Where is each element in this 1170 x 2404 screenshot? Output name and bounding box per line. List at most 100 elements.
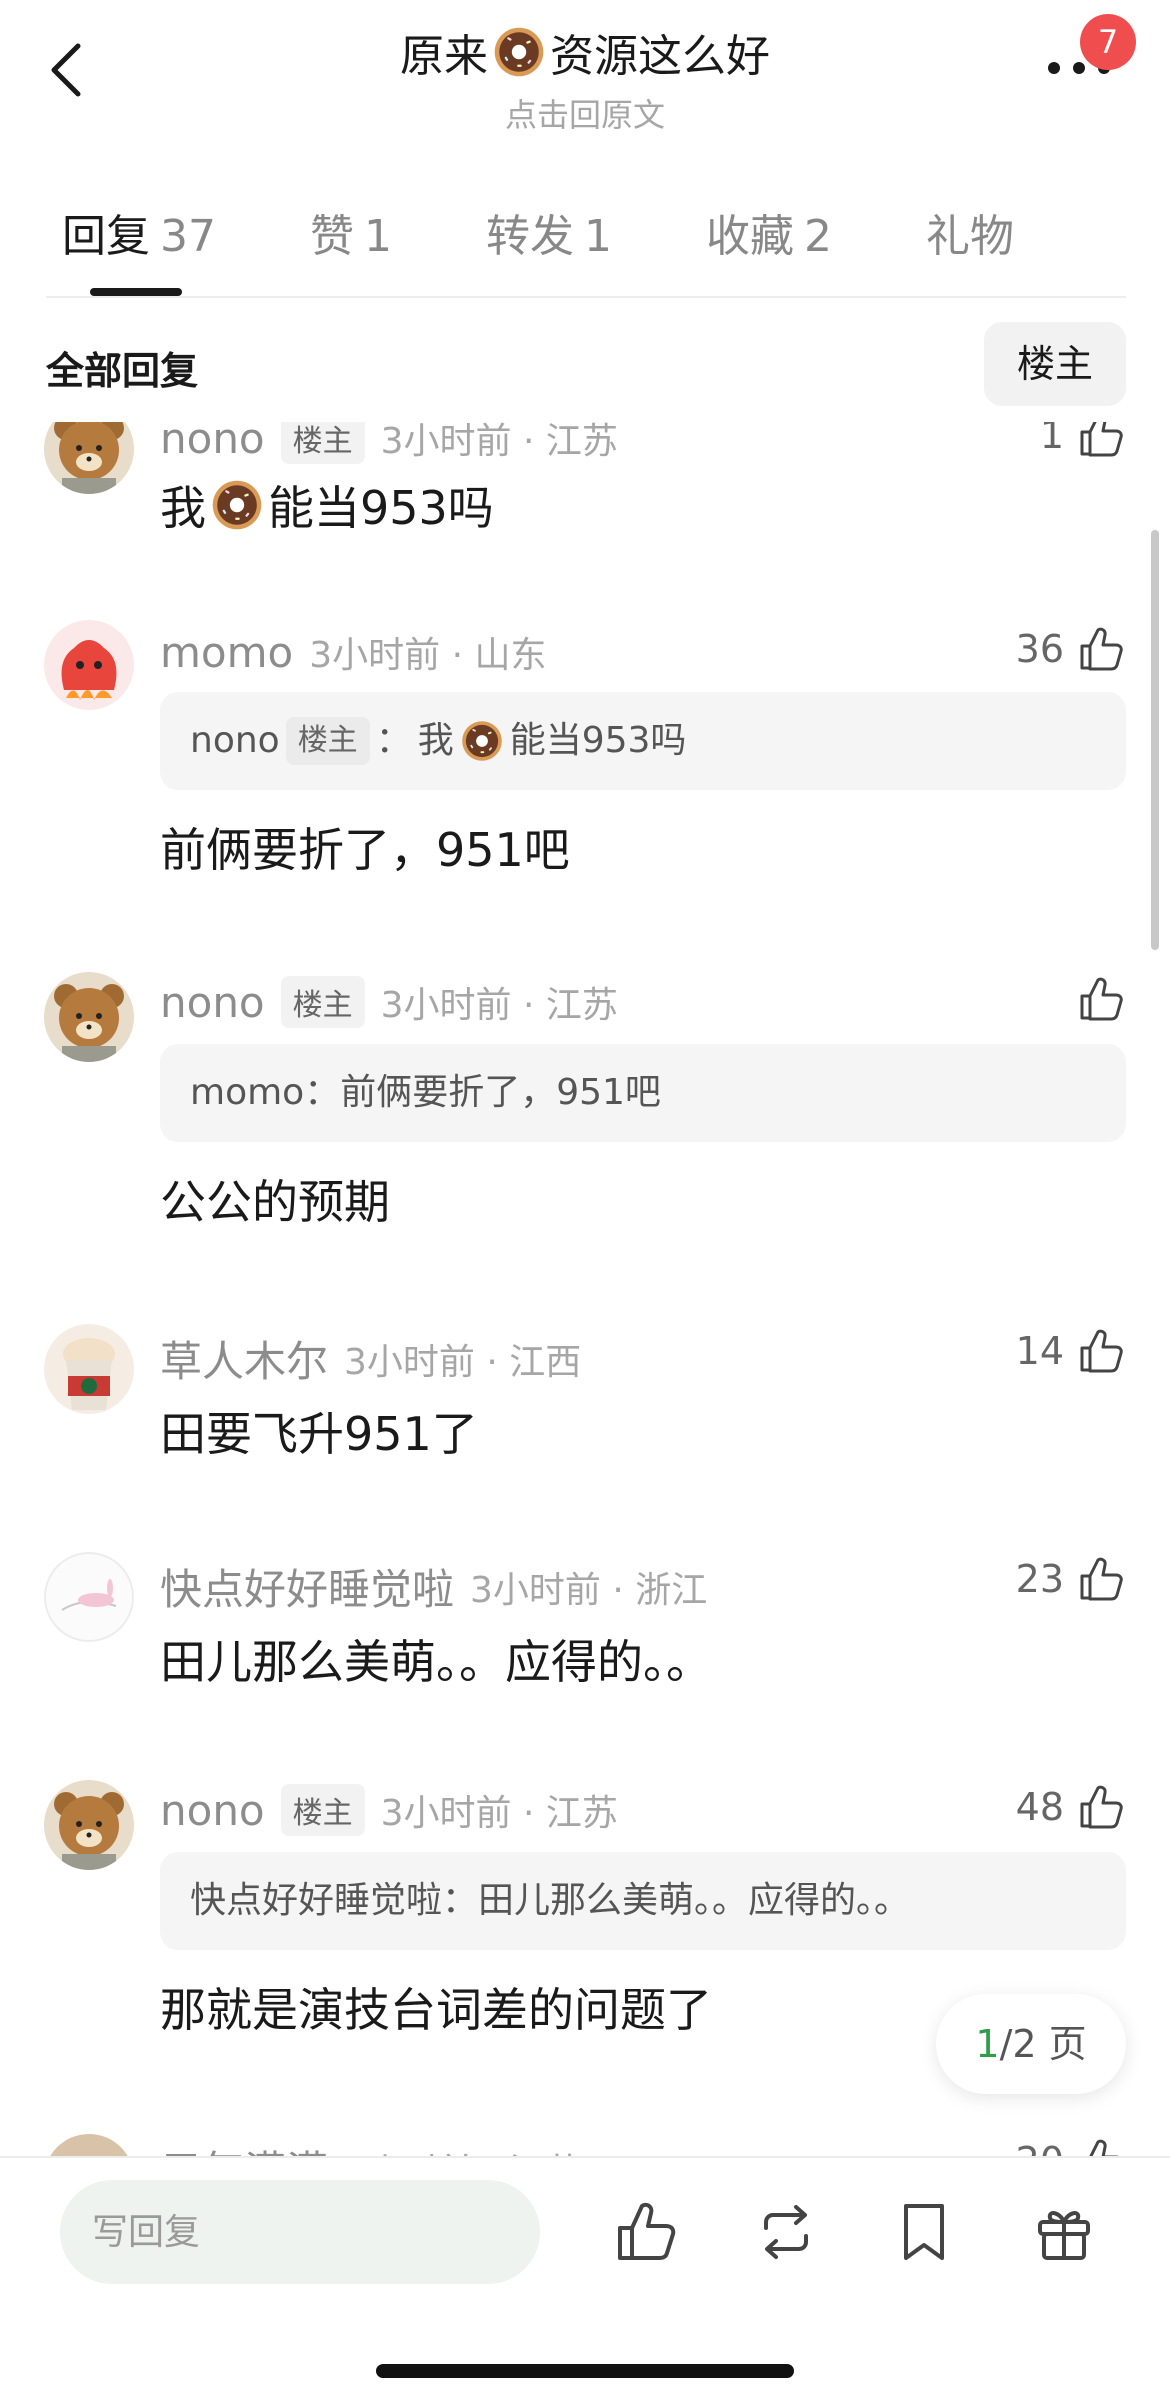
like-count: 48 xyxy=(1015,1785,1064,1829)
like-post-icon[interactable] xyxy=(612,2198,680,2266)
back-to-original-link[interactable]: 点击回原文 xyxy=(0,90,1170,136)
thumbs-up-icon[interactable] xyxy=(1076,624,1126,674)
user-avatar[interactable] xyxy=(44,620,134,710)
reply-text-prefix: 我 xyxy=(160,481,206,535)
reply-time-location: 3小时前 · 浙江 xyxy=(470,1569,708,1611)
bookmark-icon[interactable] xyxy=(890,2198,958,2266)
tab-gifts[interactable]: 礼物 xyxy=(926,200,1014,280)
username[interactable]: 草人木尔 xyxy=(160,1328,328,1389)
reply-meta: nono 楼主 3小时前 · 江苏 xyxy=(160,976,618,1028)
reply-meta: nono 楼主 3小时前 · 江苏 xyxy=(160,1784,618,1836)
reply-meta: 草人木尔 3小时前 · 江西 xyxy=(160,1328,581,1389)
tab-count: 1 xyxy=(364,211,392,262)
title-block[interactable]: 原来 资源这么好 点击回原文 xyxy=(0,20,1170,136)
thumbs-up-icon[interactable] xyxy=(1076,1782,1126,1832)
user-avatar[interactable] xyxy=(44,2134,134,2156)
owner-tag: 楼主 xyxy=(280,1784,365,1836)
username[interactable]: momo xyxy=(160,628,293,677)
thumbs-up-icon[interactable] xyxy=(1076,974,1126,1024)
username[interactable]: 快点好好睡觉啦 xyxy=(160,1556,454,1617)
tab-label: 回复 xyxy=(62,211,150,262)
reply-text: 田儿那么美萌。。应得的。。 xyxy=(160,1635,712,1689)
like-control[interactable]: 14 xyxy=(1016,1326,1126,1376)
current-page: 1 xyxy=(975,2022,1000,2066)
like-count: 14 xyxy=(1015,1329,1064,1373)
all-replies-label: 全部回复 xyxy=(46,349,199,393)
donut-emoji-icon xyxy=(460,719,504,763)
owner-tag: 楼主 xyxy=(280,976,365,1028)
user-avatar[interactable] xyxy=(44,1324,134,1414)
tab-label: 收藏 xyxy=(706,211,794,262)
interaction-tabs: 回复 37 赞 1 转发 1 收藏 2 礼物 xyxy=(62,200,1108,280)
scrollbar[interactable] xyxy=(1151,530,1159,950)
quoted-reply[interactable]: 快点好好睡觉啦：田儿那么美萌。。应得的。。 xyxy=(160,1852,1126,1950)
username[interactable]: 元气满满 xyxy=(160,2138,328,2156)
tab-count: 1 xyxy=(584,211,612,262)
bottom-action-bar xyxy=(0,2156,1170,2404)
tab-reposts[interactable]: 转发 1 xyxy=(486,200,612,280)
tab-label: 转发 xyxy=(486,211,574,262)
like-control[interactable]: 36 xyxy=(1016,624,1126,674)
tab-likes[interactable]: 赞 1 xyxy=(310,200,392,280)
reply-time-location: 3小时前 · 山东 xyxy=(309,635,547,676)
post-title[interactable]: 原来 资源这么好 xyxy=(400,20,770,84)
thumbs-up-icon[interactable] xyxy=(1076,1554,1126,1604)
total-pages: /2 页 xyxy=(999,2022,1087,2066)
thumbs-up-icon[interactable] xyxy=(1076,422,1126,460)
post-title-suffix: 资源这么好 xyxy=(550,31,770,82)
like-control[interactable]: 48 xyxy=(1016,1782,1126,1832)
reply-time-location: 3小时前 · 江苏 xyxy=(380,985,618,1026)
tab-count: 2 xyxy=(804,211,832,262)
tabs-divider xyxy=(46,296,1126,298)
top-nav-bar: 原来 资源这么好 点击回原文 7 xyxy=(0,0,1170,150)
repost-icon[interactable] xyxy=(752,2198,820,2266)
reply-time-location: 3小时前 · 江苏 xyxy=(344,2143,581,2157)
username[interactable]: nono xyxy=(160,1786,265,1835)
reply-text: 我 能当953吗 xyxy=(160,472,494,538)
user-avatar[interactable] xyxy=(44,1780,134,1870)
like-control[interactable] xyxy=(1076,974,1126,1024)
quoted-text-suffix: 能当953吗 xyxy=(509,720,687,761)
username[interactable]: nono xyxy=(160,422,265,463)
like-control[interactable]: 23 xyxy=(1016,1554,1126,1604)
like-control[interactable]: 20 xyxy=(1016,2136,1126,2156)
tab-replies[interactable]: 回复 37 xyxy=(62,200,216,280)
reply-input[interactable] xyxy=(60,2180,540,2284)
quoted-reply[interactable]: nono 楼主 ： 我 能当953吗 xyxy=(160,692,1126,790)
quoted-username: nono xyxy=(190,720,280,761)
like-count: 20 xyxy=(1016,2139,1064,2156)
tab-label: 赞 xyxy=(310,211,354,262)
owner-tag: 楼主 xyxy=(280,422,365,464)
user-avatar[interactable] xyxy=(44,972,134,1062)
thumbs-up-icon[interactable] xyxy=(1076,1326,1126,1376)
owner-only-filter-button[interactable]: 楼主 xyxy=(984,322,1126,406)
quoted-text-prefix: 我 xyxy=(417,720,454,761)
page-indicator[interactable]: 1/2 页 xyxy=(936,1994,1126,2094)
like-count: 36 xyxy=(1015,627,1064,671)
like-control[interactable]: 1 xyxy=(1040,422,1126,460)
reply-text: 那就是演技台词差的问题了 xyxy=(160,1983,712,2037)
reply-list[interactable]: nono 楼主 3小时前 · 江苏 1 我 能当953吗 momo 3小时前 ·… xyxy=(0,422,1170,2156)
quoted-owner-tag: 楼主 xyxy=(285,717,370,765)
quoted-reply[interactable]: momo：前俩要折了，951吧 xyxy=(160,1044,1126,1142)
user-avatar[interactable] xyxy=(44,1552,134,1642)
quote-separator: ： xyxy=(375,720,412,761)
reply-time-location: 3小时前 · 江苏 xyxy=(380,422,618,462)
tab-favorites[interactable]: 收藏 2 xyxy=(706,200,832,280)
reply-text: 公公的预期 xyxy=(160,1175,390,1229)
username[interactable]: nono xyxy=(160,978,265,1027)
tab-label: 礼物 xyxy=(926,211,1014,262)
user-avatar[interactable] xyxy=(44,422,134,494)
reply-meta: momo 3小时前 · 山东 xyxy=(160,626,546,678)
home-indicator xyxy=(376,2364,794,2378)
reply-text: 田要飞升951了 xyxy=(160,1407,478,1461)
like-count: 1 xyxy=(1039,422,1064,457)
reply-time-location: 3小时前 · 江西 xyxy=(344,1341,582,1383)
gift-icon[interactable] xyxy=(1030,2198,1098,2266)
notification-badge: 7 xyxy=(1080,14,1136,70)
thumbs-up-icon[interactable] xyxy=(1076,2136,1126,2156)
donut-emoji-icon xyxy=(492,25,546,79)
tab-count: 37 xyxy=(160,211,216,262)
reply-meta: 快点好好睡觉啦 3小时前 · 浙江 xyxy=(160,1556,707,1617)
reply-text: 前俩要折了，951吧 xyxy=(160,823,570,877)
